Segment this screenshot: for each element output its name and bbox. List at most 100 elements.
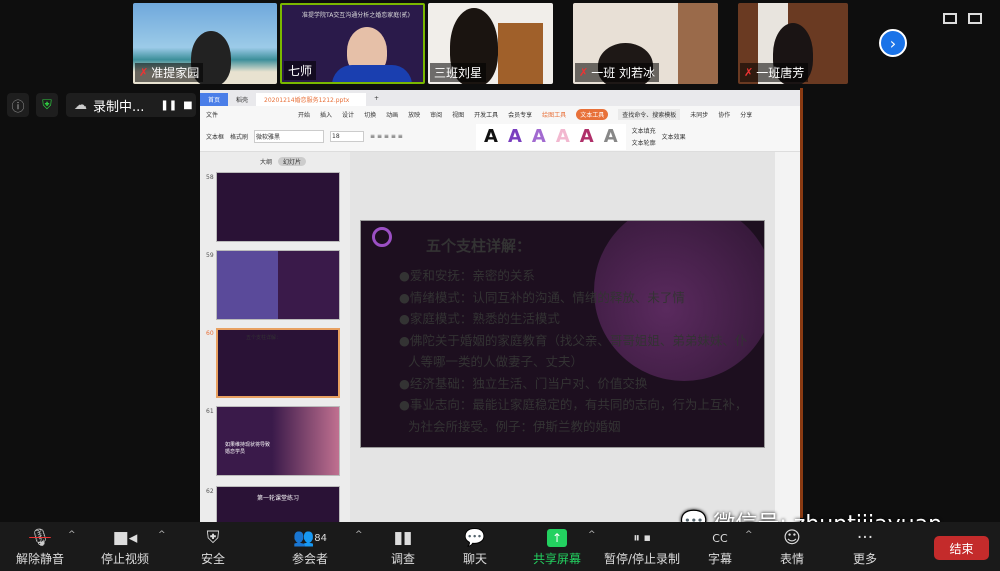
participants-count: 84	[314, 532, 327, 544]
menu-file[interactable]: 文件	[206, 110, 218, 119]
participant-name: 七师	[284, 61, 317, 80]
ring-icon	[372, 227, 392, 247]
text-style-gallery[interactable]: AAAAAA	[476, 123, 626, 150]
text-outline-button[interactable]: 文本轮廓	[632, 138, 656, 147]
sync-status[interactable]: 未同步	[690, 110, 708, 119]
video-tile[interactable]: ✗ 一班唐芳	[738, 3, 848, 84]
new-tab-icon[interactable]: +	[366, 93, 387, 106]
video-tile[interactable]: ✗ 准提家园	[133, 3, 277, 84]
menu-member[interactable]: 会员专享	[508, 110, 532, 119]
meeting-info-icon[interactable]: ⓘ	[7, 93, 29, 117]
bullet-item: ●情绪模式：认同互补的沟通、情绪的释放、未了情	[399, 289, 685, 305]
tab-pptx-file[interactable]: 20201214婚恋服务1212.pptx	[256, 93, 367, 106]
paragraph-tools[interactable]: ≡ ≡ ≡ ≡ ≡	[370, 133, 470, 140]
pause-recording-icon[interactable]: ❚❚	[160, 100, 177, 111]
share-screen-button[interactable]: ↑ 共享屏幕	[533, 526, 581, 567]
menu-review[interactable]: 审阅	[430, 110, 442, 119]
slide-thumbnail-selected[interactable]: 五个支柱详解：	[216, 328, 340, 398]
format-painter-button[interactable]: 格式刷	[230, 132, 248, 141]
slide-thumbnail[interactable]: 如果维持现状将导致 婚恋学员	[216, 406, 340, 476]
menu-drawing-tools[interactable]: 绘图工具	[542, 110, 566, 119]
mic-muted-icon: 🎙	[29, 528, 51, 548]
slide-number: 59	[206, 252, 214, 259]
menu-view[interactable]: 视图	[452, 110, 464, 119]
menu-developer[interactable]: 开发工具	[474, 110, 498, 119]
cc-icon: CC	[712, 531, 728, 545]
shared-screen-wps[interactable]: 首页 稻壳 20201214婚恋服务1212.pptx + 文件 开始 插入 设…	[200, 90, 800, 556]
video-options-caret[interactable]: ^	[158, 530, 166, 540]
poll-button[interactable]: ▮▮ 调查	[391, 526, 415, 567]
menu-insert[interactable]: 插入	[320, 110, 332, 119]
chat-bubble-icon: 💬	[464, 528, 486, 548]
participants-button[interactable]: 👥 84 参会者	[292, 526, 328, 567]
more-button[interactable]: ··· 更多	[853, 526, 877, 567]
menu-slideshow[interactable]: 放映	[408, 110, 420, 119]
captions-button[interactable]: CC 字幕	[708, 526, 732, 567]
slide-number: 58	[206, 174, 214, 181]
menu-animation[interactable]: 动画	[386, 110, 398, 119]
slide-title: 五个支柱详解：	[426, 237, 532, 255]
bullet-item: ●爱和安抚：亲密的关系	[399, 268, 535, 283]
menu-text-tools[interactable]: 文本工具	[576, 108, 609, 120]
next-page-button[interactable]: ›	[879, 29, 907, 57]
text-effect-button[interactable]: 文本效果	[662, 132, 686, 141]
bar-chart-icon: ▮▮	[393, 528, 413, 548]
view-layout-icon[interactable]	[943, 13, 957, 24]
text-fill-button[interactable]: 文本填充	[632, 126, 656, 135]
bullet-item: ●经济基础：独立生活、门当户对、价值交换	[399, 375, 648, 391]
wps-tab-bar: 首页 稻壳 20201214婚恋服务1212.pptx +	[200, 90, 800, 106]
participants-options-caret[interactable]: ^	[355, 530, 363, 540]
slide-editing-canvas[interactable]: 五个支柱详解： ●爱和安抚：亲密的关系 ●情绪模式：认同互补的沟通、情绪的释放、…	[350, 152, 775, 522]
tab-docer[interactable]: 稻壳	[228, 93, 256, 106]
slide-number: 60	[206, 330, 214, 337]
mic-muted-icon: ✗	[579, 66, 589, 79]
search-commands[interactable]: 查找命令、搜索模板	[618, 108, 681, 120]
stop-recording-icon[interactable]: ■	[183, 100, 192, 111]
video-tile-active-speaker[interactable]: 准提学院TA交互沟通分析之婚恋家庭(贰) 七师	[280, 3, 425, 84]
audio-options-caret[interactable]: ^	[68, 530, 76, 540]
stop-video-button[interactable]: ■◂ 停止视频	[101, 526, 149, 567]
menu-design[interactable]: 设计	[342, 110, 354, 119]
reactions-button[interactable]: ☺ 表情	[780, 526, 804, 567]
right-side-toolbar[interactable]	[775, 152, 800, 522]
menu-start[interactable]: 开始	[298, 110, 310, 119]
cloud-record-icon: ☁	[74, 97, 87, 113]
video-tile[interactable]: 三班刘星	[428, 3, 553, 84]
share-button[interactable]: 分享	[740, 110, 752, 119]
slides-tab[interactable]: 幻灯片	[278, 157, 307, 166]
slide-thumbnail-panel[interactable]: 大纲 幻灯片 58 59 60 五个支柱详解： 61 如果维持现状将导致 婚恋学…	[200, 152, 350, 556]
slide-thumbnail[interactable]	[216, 250, 340, 320]
video-tile[interactable]: ✗ 一班 刘若冰	[573, 3, 718, 84]
share-arrow-icon: ↑	[546, 526, 567, 550]
meeting-toolbar: 🎙 解除静音 ^ ■◂ 停止视频 ^ ⛨ 安全 👥 84 参会者 ^ ▮▮ 调查 💬 聊天 ↑…	[0, 522, 1000, 571]
tab-home[interactable]: 首页	[200, 93, 229, 106]
recording-indicator: ☁ 录制中... ❚❚ ■	[66, 93, 196, 117]
textbox-button[interactable]: 文本框	[206, 132, 224, 141]
security-button[interactable]: ⛨ 安全	[201, 526, 225, 567]
slide-number: 62	[206, 488, 214, 495]
slide-thumbnail[interactable]	[216, 172, 340, 242]
bullet-item: ●事业志向：最能让家庭稳定的，有共同的志向，行为上互补，为社会所接受。例子：伊斯…	[399, 397, 748, 434]
pause-stop-icon: ⏸ ⏹	[633, 530, 651, 546]
bullet-item: ●家庭模式：熟悉的生活模式	[399, 311, 560, 326]
encryption-shield-icon[interactable]: ⛨	[36, 93, 58, 117]
font-select[interactable]: 微软雅黑	[254, 130, 325, 143]
font-size-select[interactable]: 18	[330, 131, 365, 142]
captions-options-caret[interactable]: ^	[745, 530, 753, 540]
end-meeting-button[interactable]: 结束	[934, 536, 989, 560]
chat-button[interactable]: 💬 聊天	[463, 526, 487, 567]
mic-muted-icon: ✗	[139, 66, 149, 79]
participant-name: ✗ 准提家园	[135, 63, 204, 82]
unmute-button[interactable]: 🎙 解除静音	[16, 526, 64, 567]
pause-stop-recording-button[interactable]: ⏸ ⏹ 暂停/停止录制	[604, 526, 680, 567]
shield-icon: ⛨	[206, 528, 220, 548]
share-options-caret[interactable]: ^	[588, 530, 596, 540]
menu-transition[interactable]: 切换	[364, 110, 376, 119]
fullscreen-icon[interactable]	[968, 13, 982, 24]
wps-ribbon: 文本框 格式刷 微软雅黑 18 ≡ ≡ ≡ ≡ ≡ AAAAAA 文本填充文本轮…	[200, 122, 800, 152]
emoji-icon: ☺	[783, 528, 801, 548]
collaborate-button[interactable]: 协作	[718, 110, 730, 119]
outline-tab[interactable]: 大纲	[260, 157, 272, 166]
participant-name: ✗ 一班唐芳	[740, 63, 809, 82]
participant-name: ✗ 一班 刘若冰	[575, 63, 660, 82]
